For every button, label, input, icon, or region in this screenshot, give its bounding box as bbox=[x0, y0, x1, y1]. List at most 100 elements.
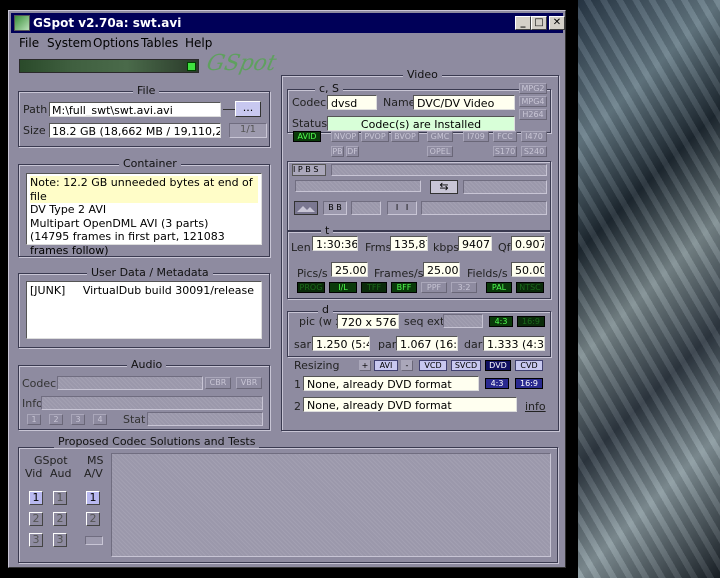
pic-label: pic (w x bbox=[299, 315, 342, 328]
nvop-button[interactable]: NVOP bbox=[331, 131, 359, 142]
interlaced-button[interactable]: I/L bbox=[329, 282, 357, 293]
resize-2-field: None, already DVD format bbox=[303, 397, 517, 412]
pics-label: Pics/s bbox=[297, 267, 328, 280]
gspot-vid-2-button[interactable]: 2 bbox=[29, 512, 43, 526]
container-line: (14795 frames in first part, 121083 fram… bbox=[30, 230, 225, 257]
gspot-vid-3-button[interactable]: 3 bbox=[29, 533, 43, 547]
resize-16-9-button[interactable]: 16:9 bbox=[515, 378, 543, 389]
menu-file[interactable]: File bbox=[19, 36, 39, 50]
vbr-button[interactable]: VBR bbox=[236, 377, 262, 389]
mpg4-button[interactable]: MPG4 bbox=[519, 96, 547, 107]
menu-tables[interactable]: Tables bbox=[141, 36, 178, 50]
fields-label: Fields/s bbox=[467, 267, 508, 280]
gspot-aud-2-button[interactable]: 2 bbox=[53, 512, 67, 526]
status-led-icon bbox=[187, 62, 196, 71]
seq-label: seq ext bbox=[404, 315, 445, 328]
maximize-button[interactable]: □ bbox=[531, 16, 547, 30]
ppf-button[interactable]: PPF bbox=[421, 282, 447, 293]
pb-button[interactable]: PB bbox=[331, 146, 344, 157]
video-status-label: Status bbox=[292, 117, 328, 130]
qf-label: Qf bbox=[498, 241, 511, 254]
path-field[interactable]: M:\full_swt\swt.avi.avi bbox=[49, 102, 221, 117]
container-group-title: Container bbox=[119, 157, 181, 170]
cbr-button[interactable]: CBR bbox=[205, 377, 231, 389]
df-button[interactable]: DF bbox=[346, 146, 359, 157]
resize-cvd-button[interactable]: CVD bbox=[515, 360, 543, 371]
h264-button[interactable]: H264 bbox=[519, 109, 547, 120]
menu-help[interactable]: Help bbox=[185, 36, 212, 50]
sar-field: 1.250 (5:4) bbox=[312, 336, 370, 351]
gop-arrows-icon[interactable]: ⇆ bbox=[430, 180, 458, 194]
size-label: Size bbox=[23, 124, 46, 137]
close-button[interactable]: ✕ bbox=[549, 16, 565, 30]
window-title: GSpot v2.70a: swt.avi bbox=[33, 16, 182, 30]
pulldown-button[interactable]: 3:2 bbox=[451, 282, 477, 293]
gspot-window: GSpot v2.70a: swt.avi _ □ ✕ File System … bbox=[8, 10, 566, 568]
ms-av-2-button[interactable]: 2 bbox=[86, 512, 100, 526]
aspect-16-9-button[interactable]: 16:9 bbox=[517, 316, 545, 327]
bb-box: B B bbox=[323, 201, 347, 215]
i470-button[interactable]: I470 bbox=[521, 131, 547, 142]
audio-info-label: Info bbox=[22, 397, 43, 410]
menu-system[interactable]: System bbox=[47, 36, 92, 50]
info-link[interactable]: info bbox=[525, 400, 546, 413]
container-list[interactable]: Note: 12.2 GB unneeded bytes at end of f… bbox=[26, 173, 262, 257]
minimize-button[interactable]: _ bbox=[515, 16, 531, 30]
audio-stream-1-button[interactable]: 1 bbox=[27, 414, 41, 425]
aud-label: Aud bbox=[50, 467, 72, 480]
s240-button[interactable]: S240 bbox=[521, 146, 547, 157]
video-name-label: Name bbox=[383, 96, 416, 109]
gspot-aud-1-button[interactable]: 1 bbox=[53, 491, 67, 505]
pvop-button[interactable]: PVOP bbox=[361, 131, 389, 142]
ii-label-1: I bbox=[395, 203, 399, 212]
file-group bbox=[18, 91, 270, 147]
aspect-4-3-button[interactable]: 4:3 bbox=[489, 316, 513, 327]
container-note: Note: 12.2 GB unneeded bytes at end of f… bbox=[30, 176, 258, 203]
fcc-button[interactable]: FCC bbox=[493, 131, 517, 142]
browse-button[interactable]: ... bbox=[235, 101, 261, 117]
resize-vcd-button[interactable]: VCD bbox=[419, 360, 447, 371]
container-line: DV Type 2 AVI bbox=[30, 203, 107, 216]
mpg2-button[interactable]: MPG2 bbox=[519, 83, 547, 94]
audio-stream-4-button[interactable]: 4 bbox=[93, 414, 107, 425]
pal-button[interactable]: PAL bbox=[486, 282, 512, 293]
audio-stream-3-button[interactable]: 3 bbox=[71, 414, 85, 425]
gspot-aud-3-button[interactable]: 3 bbox=[53, 533, 67, 547]
prog-button[interactable]: PROG bbox=[297, 282, 325, 293]
ms-av-extra[interactable] bbox=[85, 536, 103, 545]
s170-button[interactable]: S170 bbox=[493, 146, 517, 157]
userdata-list[interactable]: [JUNK] VirtualDub build 30091/release bbox=[26, 281, 262, 339]
resize-avi-button[interactable]: AVI bbox=[374, 360, 398, 371]
avid-button[interactable]: AVID bbox=[293, 131, 321, 142]
resize-minus-button[interactable]: - bbox=[401, 360, 413, 371]
dar-field: 1.333 (4:3) bbox=[483, 336, 545, 351]
bff-button[interactable]: BFF bbox=[391, 282, 417, 293]
resize-dvd-button[interactable]: DVD bbox=[485, 360, 511, 371]
ii-label-2: I bbox=[405, 203, 409, 212]
kbps-label: kbps bbox=[433, 241, 460, 254]
resize-plus-button[interactable]: + bbox=[359, 360, 371, 371]
file-group-title: File bbox=[133, 84, 160, 97]
gspot-vid-1-button[interactable]: 1 bbox=[29, 491, 43, 505]
part-indicator: 1/1 bbox=[229, 123, 267, 138]
bvop-button[interactable]: BVOP bbox=[391, 131, 419, 142]
gmc-button[interactable]: GMC bbox=[427, 131, 453, 142]
container-line: Multipart OpenDML AVI (3 parts) bbox=[30, 216, 209, 230]
path-connector bbox=[223, 109, 235, 110]
video-codec-label: Codec bbox=[292, 96, 327, 109]
i709-button[interactable]: I709 bbox=[463, 131, 489, 142]
resize-svcd-button[interactable]: SVCD bbox=[451, 360, 481, 371]
par-label: par bbox=[378, 338, 397, 351]
desktop-gap bbox=[566, 0, 578, 578]
opel-button[interactable]: OPEL bbox=[427, 146, 453, 157]
gspot-logo: GSpot bbox=[204, 51, 279, 76]
ntsc-button[interactable]: NTSC bbox=[516, 282, 544, 293]
picture-icon[interactable] bbox=[294, 201, 318, 215]
menu-options[interactable]: Options bbox=[93, 36, 139, 50]
ms-av-1-button[interactable]: 1 bbox=[86, 491, 100, 505]
resize-4-3-button[interactable]: 4:3 bbox=[485, 378, 509, 389]
audio-stream-2-button[interactable]: 2 bbox=[49, 414, 63, 425]
title-bar[interactable]: GSpot v2.70a: swt.avi _ □ ✕ bbox=[11, 13, 565, 33]
desktop-background bbox=[578, 0, 720, 578]
tff-button[interactable]: TFF bbox=[361, 282, 387, 293]
